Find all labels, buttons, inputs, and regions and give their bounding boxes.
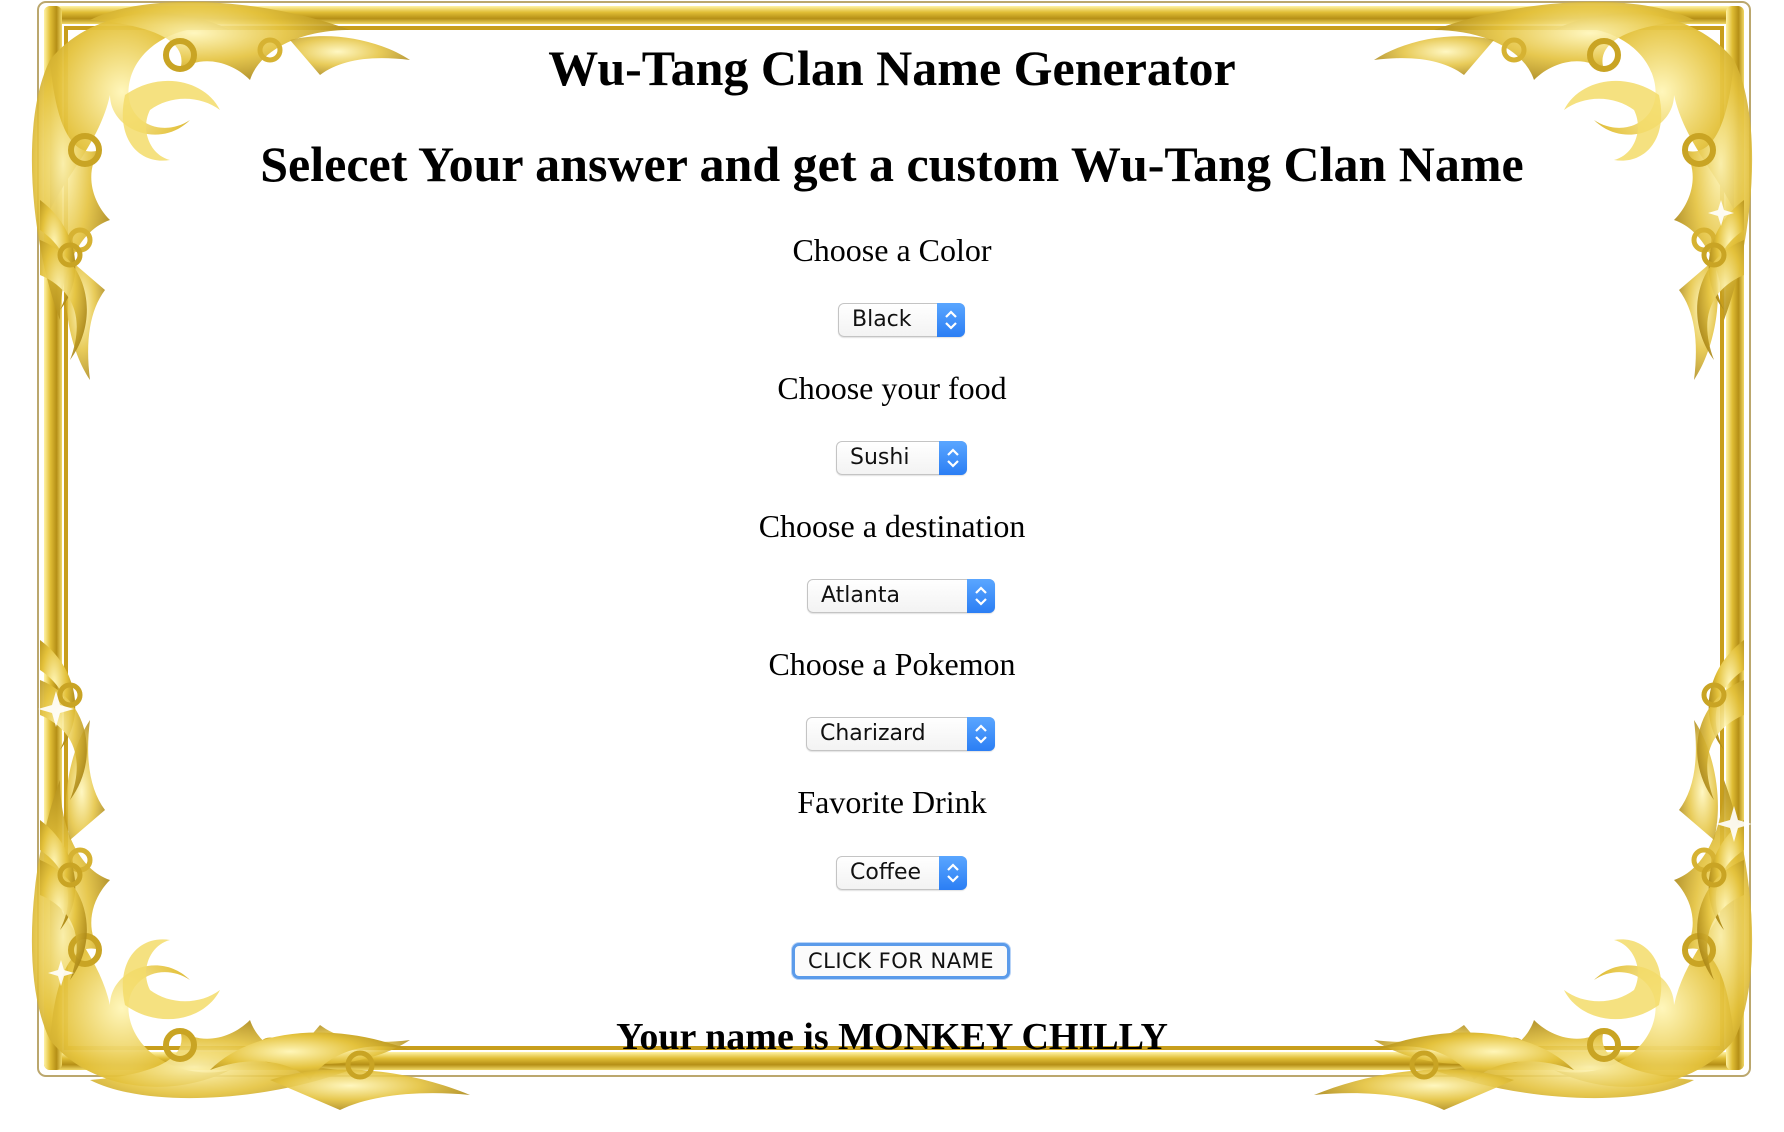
page-title: Wu-Tang Clan Name Generator xyxy=(548,40,1236,96)
food-question-label: Choose your food xyxy=(777,370,1007,406)
chevron-up-down-icon xyxy=(939,856,967,890)
destination-question-label: Choose a destination xyxy=(758,508,1026,544)
click-for-name-button[interactable]: CLICK FOR NAME xyxy=(792,943,1010,979)
chevron-up-down-icon xyxy=(939,441,967,475)
drink-select-value: Coffee xyxy=(850,860,922,885)
color-question-label: Choose a Color xyxy=(792,232,992,268)
destination-select-value: Atlanta xyxy=(821,583,900,608)
food-select-value: Sushi xyxy=(850,445,910,470)
pokemon-select-value: Charizard xyxy=(820,721,926,746)
color-select-value: Black xyxy=(852,307,912,332)
pokemon-select[interactable]: Charizard xyxy=(806,717,995,751)
chevron-up-down-icon xyxy=(967,717,995,751)
color-select[interactable]: Black xyxy=(838,303,965,337)
generated-name-result: Your name is MONKEY CHILLY xyxy=(616,1016,1168,1058)
chevron-up-down-icon xyxy=(937,303,965,337)
drink-select[interactable]: Coffee xyxy=(836,856,967,890)
drink-question-label: Favorite Drink xyxy=(797,784,987,820)
page-subtitle: Selecet Your answer and get a custom Wu-… xyxy=(260,136,1524,192)
pokemon-question-label: Choose a Pokemon xyxy=(768,646,1016,682)
destination-select[interactable]: Atlanta xyxy=(807,579,995,613)
food-select[interactable]: Sushi xyxy=(836,441,967,475)
chevron-up-down-icon xyxy=(967,579,995,613)
